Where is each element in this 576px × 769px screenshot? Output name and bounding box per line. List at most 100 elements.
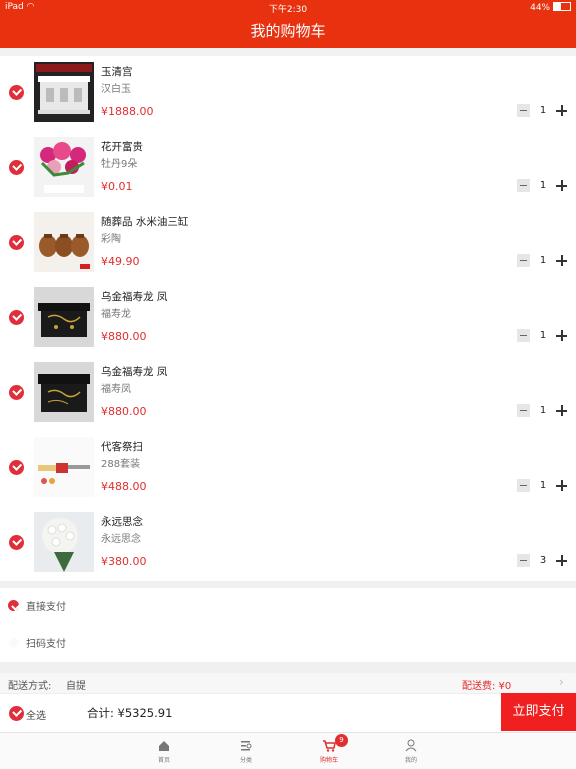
cart-icon — [323, 740, 336, 752]
cart-item: 随葬品 水米油三缸 彩陶 ¥49.90 1 — [0, 206, 576, 281]
chevron-right-icon: › — [559, 675, 564, 689]
shipping-row[interactable]: 配送方式: 自提 配送费: ¥0 › — [0, 673, 576, 693]
item-spec: 福寿凤 — [101, 384, 131, 395]
increase-button[interactable] — [555, 554, 568, 567]
tab-home[interactable]: 首页 — [144, 733, 184, 769]
cart-item: 乌金福寿龙 凤 福寿龙 ¥880.00 1 — [0, 281, 576, 356]
shipping-fee: 配送费: ¥0 — [462, 681, 512, 692]
quantity-value[interactable]: 1 — [531, 254, 555, 268]
item-name[interactable]: 玉清宫 — [101, 64, 133, 79]
item-spec: 永远思念 — [101, 534, 141, 545]
cart-item: 玉清宫 汉白玉 ¥1888.00 1 — [0, 56, 576, 131]
payment-option-direct[interactable]: 直接支付 — [0, 588, 576, 624]
decrease-button[interactable] — [517, 254, 530, 267]
item-name[interactable]: 乌金福寿龙 凤 — [101, 289, 167, 304]
item-name[interactable]: 代客祭扫 — [101, 439, 143, 454]
item-name[interactable]: 乌金福寿龙 凤 — [101, 364, 167, 379]
tab-profile[interactable]: 我的 — [391, 733, 431, 769]
item-checkbox[interactable] — [9, 85, 24, 100]
item-price: ¥0.01 — [101, 180, 133, 193]
radio-selected-icon[interactable] — [8, 600, 19, 611]
product-image[interactable] — [34, 62, 94, 122]
tab-cart[interactable]: 9 购物车 — [309, 733, 349, 769]
decrease-button[interactable] — [517, 179, 530, 192]
item-name[interactable]: 永远思念 — [101, 514, 143, 529]
quantity-value[interactable]: 1 — [531, 104, 555, 118]
cart-item: 永远思念 永远思念 ¥380.00 3 — [0, 506, 576, 581]
item-name[interactable]: 花开富贵 — [101, 139, 143, 154]
decrease-button[interactable] — [517, 479, 530, 492]
pay-now-button[interactable]: 立即支付 — [501, 693, 576, 731]
nav-bar: 我的购物车 — [0, 14, 576, 48]
item-price: ¥880.00 — [101, 405, 147, 418]
quantity-stepper: 1 — [517, 254, 569, 268]
increase-button[interactable] — [555, 479, 568, 492]
product-image[interactable] — [34, 287, 94, 347]
decrease-button[interactable] — [517, 104, 530, 117]
shipping-method-value: 自提 — [66, 681, 86, 692]
quantity-value[interactable]: 1 — [531, 479, 555, 493]
home-icon — [159, 741, 169, 751]
quantity-value[interactable]: 1 — [531, 179, 555, 193]
item-checkbox[interactable] — [9, 535, 24, 550]
item-price: ¥488.00 — [101, 480, 147, 493]
payment-label: 直接支付 — [26, 602, 66, 613]
product-image[interactable] — [34, 362, 94, 422]
item-name[interactable]: 随葬品 水米油三缸 — [101, 214, 188, 229]
item-checkbox[interactable] — [9, 160, 24, 175]
page-title: 我的购物车 — [250, 22, 326, 40]
product-image[interactable] — [34, 437, 94, 497]
item-spec: 牡丹9朵 — [101, 159, 138, 170]
quantity-stepper: 1 — [517, 479, 569, 493]
product-image[interactable] — [34, 137, 94, 197]
divider — [0, 48, 576, 56]
item-checkbox[interactable] — [9, 235, 24, 250]
battery-indicator: 44% — [530, 2, 571, 13]
item-spec: 彩陶 — [101, 234, 121, 245]
increase-button[interactable] — [555, 404, 568, 417]
decrease-button[interactable] — [517, 329, 530, 342]
tab-label: 购物车 — [319, 757, 338, 764]
tab-bar: 首页 分类 9 购物车 我的 — [0, 732, 576, 769]
decrease-button[interactable] — [517, 404, 530, 417]
shipping-method-label: 配送方式: — [8, 681, 52, 692]
tab-label: 首页 — [157, 757, 170, 764]
item-price: ¥1888.00 — [101, 105, 154, 118]
tab-label: 我的 — [404, 757, 417, 764]
increase-button[interactable] — [555, 104, 568, 117]
tab-label: 分类 — [239, 757, 252, 764]
item-checkbox[interactable] — [9, 460, 24, 475]
category-icon — [241, 741, 252, 751]
cart-item: 花开富贵 牡丹9朵 ¥0.01 1 — [0, 131, 576, 206]
increase-button[interactable] — [555, 254, 568, 267]
quantity-stepper: 1 — [517, 179, 569, 193]
item-spec: 汉白玉 — [101, 84, 131, 95]
payment-option-scan[interactable]: 扫码支付 — [0, 625, 576, 661]
select-all-label[interactable]: 全选 — [26, 707, 46, 722]
quantity-value[interactable]: 1 — [531, 404, 555, 418]
total-amount: 合计: ¥5325.91 — [87, 706, 173, 720]
increase-button[interactable] — [555, 329, 568, 342]
checkout-bar: 全选 合计: ¥5325.91 — [0, 693, 576, 732]
item-checkbox[interactable] — [9, 310, 24, 325]
product-image[interactable] — [34, 212, 94, 272]
tab-category[interactable]: 分类 — [226, 733, 266, 769]
quantity-stepper: 1 — [517, 329, 569, 343]
battery-icon — [553, 2, 571, 11]
quantity-stepper: 1 — [517, 404, 569, 418]
item-price: ¥49.90 — [101, 255, 140, 268]
decrease-button[interactable] — [517, 554, 530, 567]
quantity-value[interactable]: 3 — [531, 554, 555, 568]
divider — [0, 581, 576, 588]
quantity-value[interactable]: 1 — [531, 329, 555, 343]
increase-button[interactable] — [555, 179, 568, 192]
radio-unselected-icon[interactable] — [9, 638, 19, 648]
item-price: ¥380.00 — [101, 555, 147, 568]
select-all-checkbox[interactable] — [9, 706, 24, 721]
product-image[interactable] — [34, 512, 94, 572]
item-checkbox[interactable] — [9, 385, 24, 400]
payment-label: 扫码支付 — [26, 639, 66, 650]
cart-badge: 9 — [335, 734, 348, 747]
quantity-stepper: 1 — [517, 104, 569, 118]
cart-item: 乌金福寿龙 凤 福寿凤 ¥880.00 1 — [0, 356, 576, 431]
